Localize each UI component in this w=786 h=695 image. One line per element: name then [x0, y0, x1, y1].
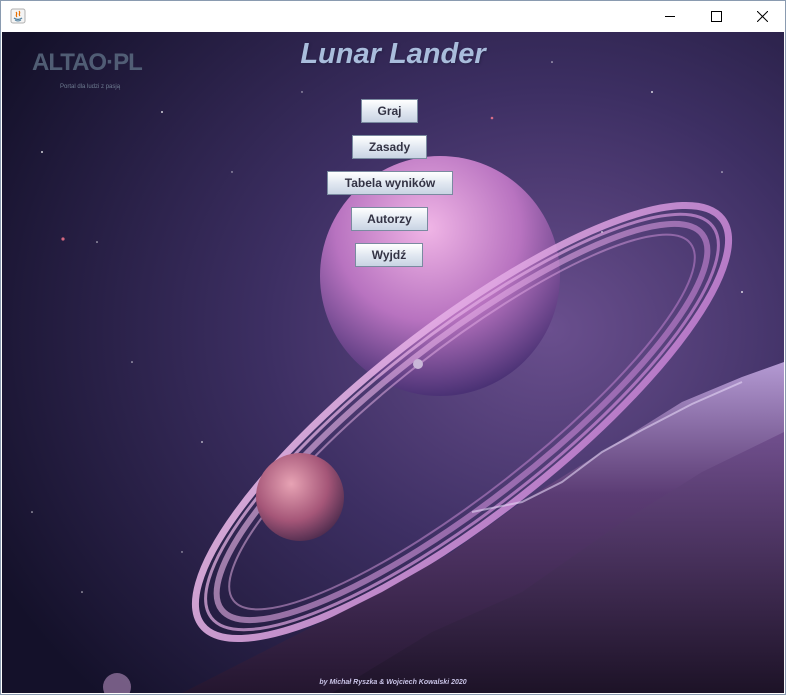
rules-button[interactable]: Zasady	[352, 135, 427, 159]
exit-button[interactable]: Wyjdź	[355, 243, 423, 267]
close-button[interactable]	[739, 1, 785, 32]
space-background	[2, 32, 784, 693]
scores-button[interactable]: Tabela wyników	[327, 171, 453, 195]
maximize-button[interactable]	[693, 1, 739, 32]
authors-button[interactable]: Autorzy	[351, 207, 428, 231]
java-icon	[10, 8, 26, 24]
minimize-icon	[664, 16, 675, 17]
maximize-icon	[710, 11, 722, 22]
game-menu-panel: ALTAO·PL Portal dla ludzi z pasją Lunar …	[2, 32, 784, 693]
credits-text: by Michał Ryszka & Wojciech Kowalski 202…	[319, 679, 467, 686]
logo-tagline: Portal dla ludzi z pasją	[60, 84, 121, 90]
close-icon	[756, 11, 768, 22]
play-button[interactable]: Graj	[361, 99, 418, 123]
app-window: ALTAO·PL Portal dla ludzi z pasją Lunar …	[0, 0, 786, 695]
game-title: Lunar Lander	[300, 38, 486, 70]
title-bar[interactable]	[1, 1, 785, 32]
minimize-button[interactable]	[647, 1, 693, 32]
